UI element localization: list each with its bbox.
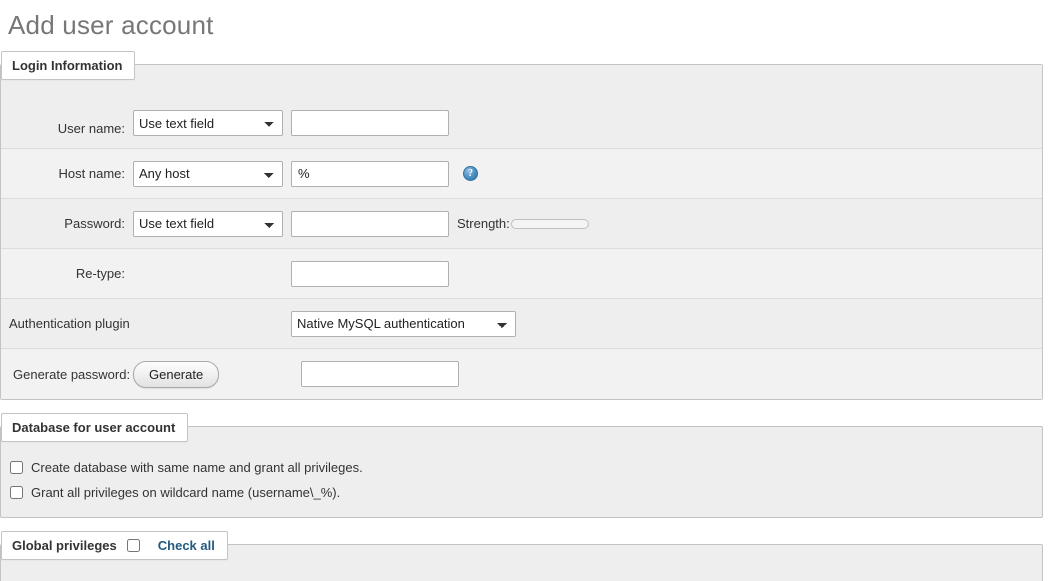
row-retype: Re-type: <box>1 249 1042 299</box>
password-mode-select[interactable]: Use text field <box>133 210 283 237</box>
hostname-input[interactable] <box>291 160 449 187</box>
retype-label: Re-type: <box>75 266 125 281</box>
password-input[interactable] <box>291 210 449 237</box>
check-all-link[interactable]: Check all <box>158 538 215 553</box>
check-all-checkbox[interactable] <box>126 539 140 552</box>
global-privileges-section: Global privileges Check all <box>0 531 1052 581</box>
login-information-fieldset: Login Information User name: Use text fi… <box>0 51 1043 400</box>
password-strength-label: Strength: <box>457 216 510 231</box>
retype-password-input[interactable] <box>291 260 449 287</box>
login-information-section: Login Information User name: Use text fi… <box>0 51 1052 400</box>
username-mode-select[interactable]: Use text field <box>133 110 283 136</box>
row-generate-password: Generate password: Generate <box>1 349 1042 399</box>
auth-plugin-label: Authentication plugin <box>9 316 130 331</box>
login-information-legend-label: Login Information <box>12 58 123 73</box>
username-input[interactable] <box>291 110 449 136</box>
password-label: Password: <box>64 216 125 231</box>
database-for-user-account-fieldset: Database for user account Create databas… <box>0 413 1043 518</box>
help-question-icon[interactable]: ? <box>463 166 478 181</box>
username-label: User name: <box>57 121 125 136</box>
database-for-user-account-legend: Database for user account <box>1 413 189 442</box>
global-privileges-legend: Global privileges Check all <box>1 531 228 560</box>
create-database-checkbox[interactable] <box>10 461 23 474</box>
global-privileges-fieldset: Global privileges Check all <box>0 531 1043 581</box>
hostname-mode-select[interactable]: Any host <box>133 160 283 187</box>
database-for-user-account-section: Database for user account Create databas… <box>0 413 1052 518</box>
global-privileges-legend-label: Global privileges <box>12 538 117 553</box>
checkbox-row-create-database[interactable]: Create database with same name and grant… <box>1 455 1042 480</box>
row-username: User name: Use text field <box>1 65 1042 149</box>
row-hostname: Host name: Any host ? <box>1 149 1042 199</box>
password-strength-meter <box>510 218 589 229</box>
wildcard-privileges-label: Grant all privileges on wildcard name (u… <box>31 485 341 500</box>
database-for-user-account-legend-label: Database for user account <box>12 420 176 435</box>
checkbox-row-wildcard-privileges[interactable]: Grant all privileges on wildcard name (u… <box>1 480 1042 505</box>
generate-password-label: Generate password: <box>13 366 131 382</box>
row-auth-plugin: Authentication plugin Native MySQL authe… <box>1 299 1042 349</box>
generated-password-input[interactable] <box>301 361 460 387</box>
login-information-legend: Login Information <box>1 51 136 80</box>
auth-plugin-select[interactable]: Native MySQL authentication <box>291 310 516 337</box>
page-title: Add user account <box>8 10 214 40</box>
generate-password-button[interactable]: Generate <box>133 360 220 388</box>
create-database-label: Create database with same name and grant… <box>31 460 363 475</box>
hostname-label: Host name: <box>58 166 125 181</box>
wildcard-privileges-checkbox[interactable] <box>10 486 23 499</box>
row-password: Password: Use text field Strength: <box>1 199 1042 249</box>
